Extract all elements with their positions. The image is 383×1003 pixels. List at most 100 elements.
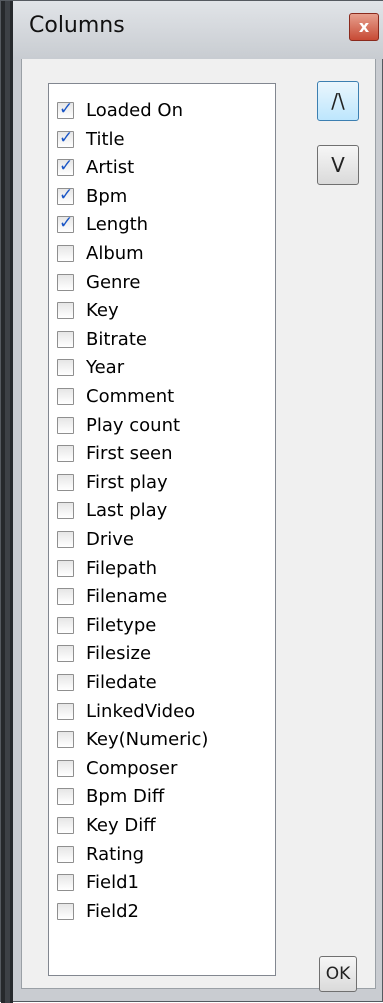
column-item[interactable]: Bpm Diff [57,782,164,811]
column-item[interactable]: Key [57,296,119,325]
close-icon: x [358,17,370,36]
column-label: Composer [86,757,178,779]
column-label: First play [86,471,168,493]
column-checkbox[interactable] [57,702,74,720]
column-item[interactable]: Year [57,353,124,382]
column-checkbox[interactable] [57,902,74,920]
column-item[interactable]: Title [57,125,125,154]
column-item[interactable]: Rating [57,840,144,869]
background-window-edge [1,1,13,1003]
column-label: Filetype [86,614,157,636]
column-checkbox[interactable] [57,473,74,491]
column-item[interactable]: Play count [57,411,180,440]
move-up-button[interactable]: /\ [317,81,359,121]
dialog-title: Columns [29,13,125,38]
column-label: Rating [86,843,145,865]
column-label: Field2 [86,900,139,922]
column-checkbox[interactable] [57,330,74,348]
column-checkbox[interactable] [57,731,74,749]
column-checkbox[interactable] [57,273,74,291]
column-item[interactable]: Filedate [57,668,157,697]
column-label: Key [86,300,119,322]
column-item[interactable]: Key(Numeric) [57,725,208,754]
column-label: Field1 [86,872,139,894]
column-item[interactable]: Genre [57,268,141,297]
column-label: Length [86,214,149,236]
column-checkbox[interactable] [57,874,74,892]
ok-label: OK [325,964,351,984]
column-label: Bpm [86,185,128,207]
column-checkbox[interactable] [57,302,74,320]
move-up-label: /\ [331,89,345,113]
column-item[interactable]: Artist [57,153,134,182]
column-checkbox[interactable] [57,156,74,177]
column-item[interactable]: Bitrate [57,325,147,354]
column-item[interactable]: Length [57,210,148,239]
column-label: Title [86,128,125,150]
dialog-body: Loaded On Title Artist Bpm Length Album Genre K… [21,59,376,992]
column-checkbox[interactable] [57,445,74,463]
column-label: Loaded On [86,100,183,121]
column-item[interactable]: Key Diff [57,811,156,840]
column-label: Key(Numeric) [86,729,209,751]
move-down-button[interactable]: V [317,145,359,185]
columns-dialog: Columns x Loaded On Title Artist Bpm Length A… [0,0,383,1003]
column-checkbox[interactable] [57,788,74,806]
column-label: Bpm Diff [86,786,165,808]
column-label: Filename [86,586,168,608]
column-checkbox[interactable] [57,817,74,834]
column-label: Filepath [86,557,158,579]
column-checkbox[interactable] [57,674,74,691]
column-label: Filesize [86,643,152,665]
column-checkbox[interactable] [57,531,74,548]
close-button[interactable]: x [349,13,379,41]
column-label: Genre [86,271,141,293]
column-item[interactable]: First play [57,468,168,497]
column-item[interactable]: Filename [57,582,167,611]
column-checkbox[interactable] [57,588,74,606]
column-checkbox[interactable] [57,645,74,663]
column-item[interactable]: LinkedVideo [57,697,195,726]
column-item[interactable]: Field1 [57,868,139,897]
column-item[interactable]: Drive [57,525,134,554]
ok-button[interactable]: OK [319,956,357,992]
column-label: Album [86,243,144,264]
column-label: Bitrate [86,328,147,350]
column-checkbox[interactable] [57,845,74,863]
column-checkbox[interactable] [57,759,74,777]
column-item[interactable]: First seen [57,439,173,468]
column-item[interactable]: Field2 [57,897,139,926]
column-checkbox[interactable] [57,616,74,634]
column-item[interactable]: Comment [57,382,174,411]
column-item[interactable]: Album [57,239,144,268]
column-label: Drive [86,529,134,550]
column-item[interactable]: Filetype [57,611,156,640]
column-label: Year [86,357,125,379]
column-item[interactable]: Last play [57,496,167,525]
column-item[interactable]: Composer [57,754,177,783]
column-item[interactable]: Filesize [57,639,151,668]
column-checkbox[interactable] [57,99,74,119]
column-item[interactable]: Bpm [57,182,127,211]
columns-checklist[interactable]: Loaded On Title Artist Bpm Length Album Genre K… [48,83,276,976]
column-checkbox[interactable] [57,559,74,577]
move-down-label: V [331,153,345,177]
column-label: Artist [86,157,135,179]
column-checkbox[interactable] [57,185,74,205]
column-label: Last play [86,500,168,522]
title-bar[interactable]: Columns x [13,1,383,59]
column-label: LinkedVideo [86,700,196,722]
column-checkbox[interactable] [57,213,74,234]
column-label: Filedate [86,672,157,693]
column-checkbox[interactable] [57,359,74,377]
column-label: Key Diff [86,815,156,836]
column-label: Comment [86,386,175,407]
column-checkbox[interactable] [57,388,74,405]
column-label: Play count [86,414,181,436]
column-checkbox[interactable] [57,128,74,148]
column-item[interactable]: Filepath [57,554,157,583]
column-checkbox[interactable] [57,245,74,262]
column-item[interactable]: Loaded On [57,96,183,125]
column-checkbox[interactable] [57,416,74,434]
column-checkbox[interactable] [57,502,74,520]
